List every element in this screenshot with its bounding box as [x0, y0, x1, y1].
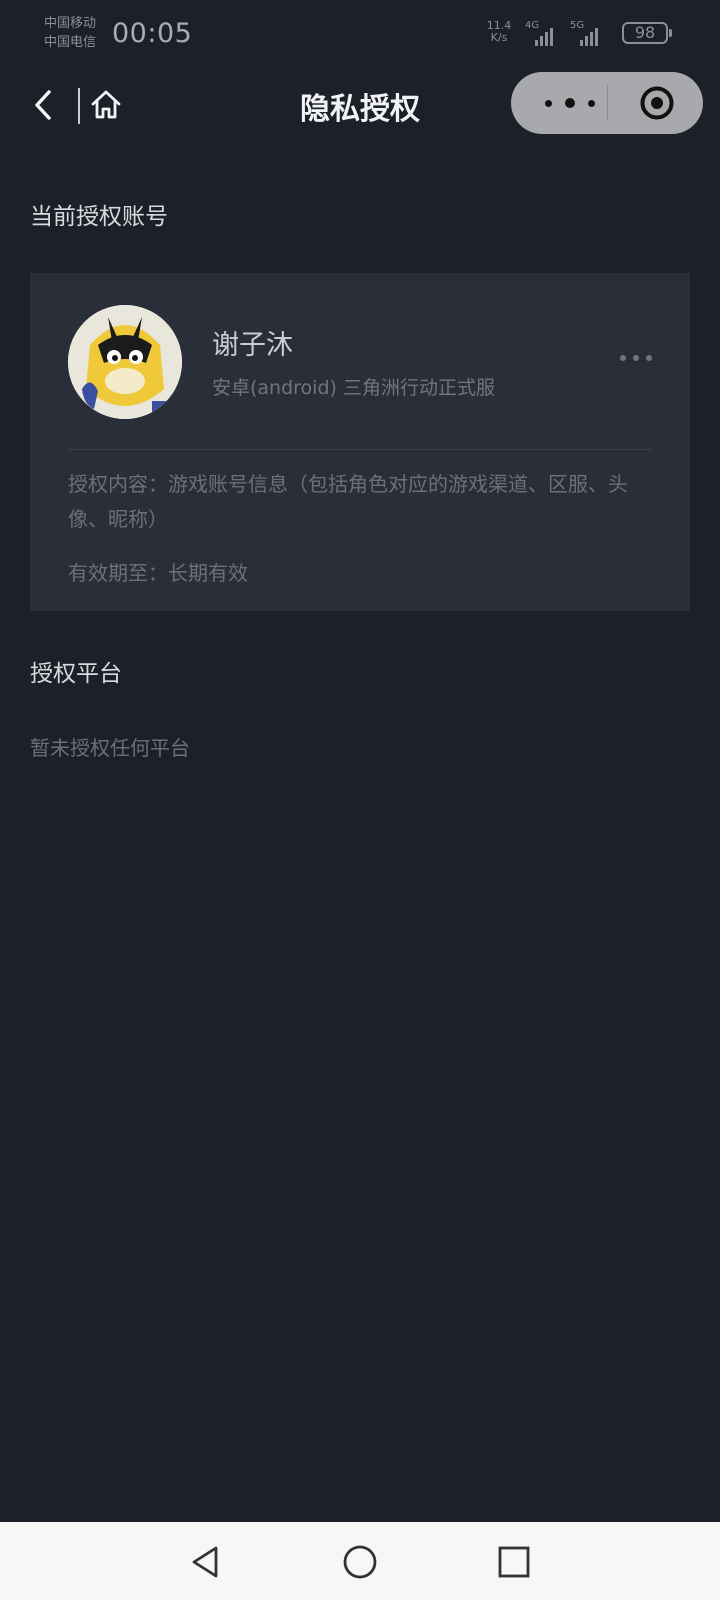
carrier-2: 中国电信 — [44, 35, 97, 50]
platforms-heading: 授权平台 — [30, 661, 122, 687]
net-speed: 11.4 K/s — [485, 20, 513, 44]
account-name: 谢子沐 — [212, 330, 293, 361]
card-divider — [68, 449, 652, 450]
account-platform: 安卓(android) 三角洲行动正式服 — [212, 377, 495, 399]
more-button[interactable] — [541, 72, 605, 134]
authorization-content: 授权内容：游戏账号信息（包括角色对应的游戏渠道、区服、头像、昵称） — [68, 472, 628, 531]
system-recents-button[interactable] — [494, 1542, 534, 1582]
platforms-empty-text: 暂未授权任何平台 — [30, 736, 190, 760]
capsule-divider — [607, 85, 608, 121]
system-navigation-bar — [0, 1522, 720, 1600]
target-circle-icon — [640, 86, 674, 120]
circle-home-icon — [343, 1545, 377, 1579]
battery-level: 98 — [634, 23, 656, 42]
battery-icon: 98 — [622, 22, 672, 44]
avatar — [68, 305, 182, 419]
clock: 00:05 — [112, 18, 193, 49]
system-home-button[interactable] — [340, 1542, 380, 1582]
carrier-info: 中国移动 中国电信 — [44, 14, 96, 52]
status-bar: 中国移动 中国电信 00:05 11.4 K/s 4G 5G 98 — [0, 0, 720, 64]
mini-program-capsule — [511, 72, 703, 134]
system-back-button[interactable] — [186, 1542, 226, 1582]
navigation-bar: 隐私授权 — [0, 64, 720, 144]
account-more-button[interactable] — [620, 353, 656, 365]
validity-period: 有效期至：长期有效 — [68, 561, 248, 585]
avatar-image — [68, 305, 182, 419]
carrier-1: 中国移动 — [44, 16, 97, 31]
net-speed-unit: K/s — [490, 31, 508, 44]
close-button[interactable] — [639, 85, 675, 121]
square-recents-icon — [498, 1546, 530, 1578]
triangle-back-icon — [192, 1546, 218, 1578]
account-card: 谢子沐 安卓(android) 三角洲行动正式服 授权内容：游戏账号信息（包括角… — [30, 273, 690, 611]
current-account-heading: 当前授权账号 — [30, 204, 168, 230]
